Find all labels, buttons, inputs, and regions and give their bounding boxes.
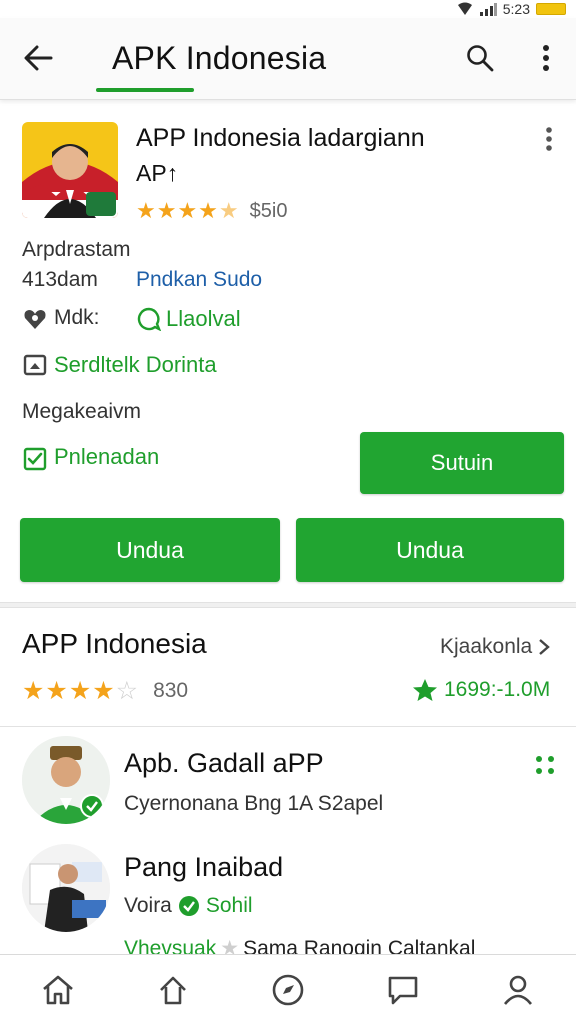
mod-label: Mdk:	[54, 306, 100, 329]
mod-value: Llaolval	[166, 306, 241, 331]
action-button-label: Sutuin	[430, 450, 494, 475]
see-more-label: Kjaakonla	[440, 635, 533, 658]
grid-dots-icon[interactable]	[532, 752, 558, 778]
page-title: APK Indonesia	[112, 40, 327, 76]
wifi-icon	[457, 2, 472, 15]
nav-home[interactable]	[28, 962, 88, 1018]
check-text: Pnlenadan	[54, 444, 160, 469]
status-time: 5:23	[502, 1, 530, 17]
detail-label: Arpdrastam	[22, 238, 131, 261]
back-button[interactable]	[18, 38, 58, 78]
arrow-left-icon	[24, 45, 53, 71]
profile-icon	[504, 975, 533, 1005]
status-bar: 5:23	[0, 0, 576, 18]
section-rating-value: 830	[153, 679, 189, 702]
status-icons: 5:23	[457, 0, 566, 18]
download-button-left[interactable]: Undua	[20, 518, 280, 582]
list-item-title[interactable]: Apb. Gadall aPP	[124, 748, 324, 779]
more-vertical-icon	[546, 127, 552, 151]
star-icon	[413, 679, 437, 701]
list-divider	[0, 726, 576, 727]
section-divider	[0, 602, 576, 608]
developer-link[interactable]: Pndkan Sudo	[136, 268, 262, 292]
verified-icon	[178, 896, 199, 916]
card-menu-button[interactable]	[536, 122, 562, 156]
avatar-image	[22, 844, 110, 932]
explore-icon	[272, 974, 304, 1005]
app-name: APP Indonesia ladargiann	[136, 124, 425, 152]
downloads-value: 1699:-1.0M	[444, 678, 551, 701]
more-vertical-icon	[543, 45, 549, 71]
nav-profile[interactable]	[488, 962, 548, 1018]
list-item-subtitle: Cyernonana Bng 1A S2apel	[124, 792, 384, 815]
image-box-icon	[22, 352, 48, 378]
app-icon[interactable]	[22, 122, 118, 218]
download-button-label: Undua	[116, 536, 184, 563]
messages-icon	[388, 976, 418, 1004]
list-item-title[interactable]: Pang Inaibad	[124, 852, 283, 883]
heart-shield-icon	[22, 306, 48, 332]
download-button-right[interactable]: Undua	[296, 518, 564, 582]
share-icon	[159, 976, 186, 1004]
signal-icon	[479, 3, 497, 16]
tab-indicator	[96, 88, 194, 92]
bottom-navigation	[0, 954, 576, 1024]
list-item-subtitle-a: Voira	[124, 894, 172, 917]
see-more-link[interactable]: Kjaakonla	[440, 635, 551, 659]
detail-size: 413dam	[22, 268, 98, 291]
section-label: Megakeaivm	[22, 400, 142, 423]
download-button-label: Undua	[396, 536, 464, 563]
downloads-count: 1699:-1.0M	[412, 678, 550, 702]
nav-share[interactable]	[143, 962, 203, 1018]
nav-explore[interactable]	[258, 962, 318, 1018]
app-icon-image	[22, 122, 118, 218]
action-button[interactable]: Sutuin	[360, 432, 564, 494]
nav-messages[interactable]	[373, 962, 433, 1018]
star-rating-icon: ★★★★☆	[22, 677, 140, 705]
search-button[interactable]	[460, 38, 500, 78]
app-subtitle: AP↑	[136, 160, 179, 186]
avatar[interactable]	[22, 736, 110, 824]
home-icon	[42, 975, 73, 1004]
chat-bubble-icon	[136, 306, 162, 332]
checkbox-icon[interactable]	[22, 446, 48, 472]
battery-icon	[536, 3, 566, 15]
search-icon	[467, 45, 494, 72]
chevron-right-icon	[539, 639, 551, 655]
rating-value: $5i0	[249, 199, 288, 222]
app-bar: APK Indonesia	[0, 18, 576, 100]
app-rating: ★★★★★ $5i0	[136, 198, 287, 224]
avatar[interactable]	[22, 844, 110, 932]
avatar-image	[22, 736, 110, 824]
list-item-subtitle: Voira Sohil	[124, 894, 253, 918]
feature-text: Serdltelk Dorinta	[54, 352, 217, 377]
section-rating: ★★★★☆ 830	[22, 676, 188, 706]
star-rating-icon: ★★★★★	[136, 198, 240, 223]
section-title: APP Indonesia	[22, 628, 207, 659]
list-item-subtitle-b: Sohil	[205, 894, 253, 917]
overflow-menu-button[interactable]	[530, 38, 562, 78]
